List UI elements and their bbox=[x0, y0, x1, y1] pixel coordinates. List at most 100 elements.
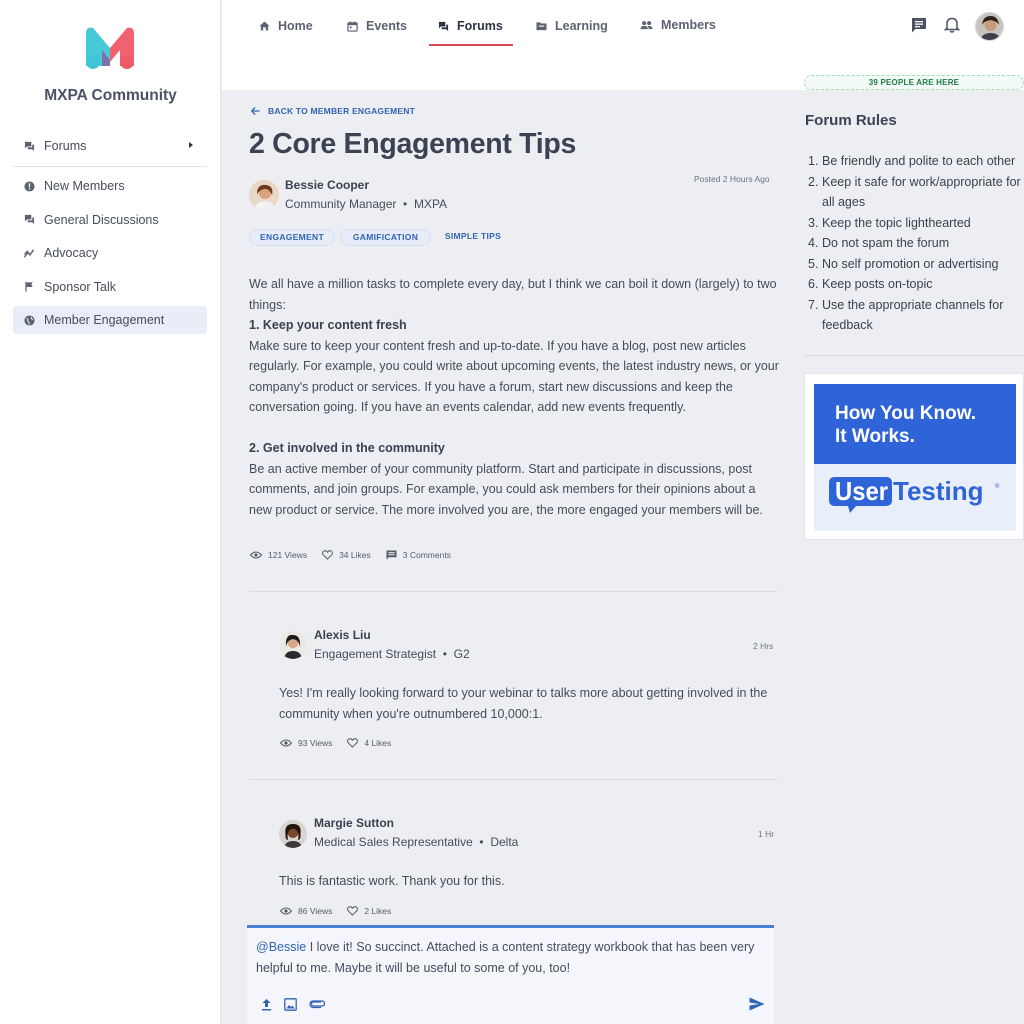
sidebar-item-label: General Discussions bbox=[44, 212, 159, 227]
sidebar-item-new-members[interactable]: New Members bbox=[13, 172, 207, 200]
sidebar-item-forums[interactable]: Forums bbox=[13, 132, 207, 167]
back-link-label: BACK TO MEMBER ENGAGEMENT bbox=[268, 106, 415, 116]
tab-learning[interactable]: Learning bbox=[536, 16, 608, 36]
divider bbox=[804, 355, 1024, 356]
rule-item: 5. No self promotion or advertising bbox=[808, 256, 999, 271]
eye-icon bbox=[280, 907, 292, 915]
presence-indicator: 39 PEOPLE ARE HERE bbox=[804, 75, 1024, 90]
post-paragraph-1: Make sure to keep your content fresh and… bbox=[249, 338, 779, 415]
reply-author-name[interactable]: Alexis Liu bbox=[314, 628, 371, 642]
tab-forums[interactable]: Forums bbox=[438, 16, 503, 36]
views-stat: 86 Views bbox=[280, 906, 332, 916]
post-heading-1: 1. Keep your content fresh bbox=[249, 318, 407, 332]
rule-item: 1. Be friendly and polite to each other bbox=[808, 154, 1016, 168]
likes-stat[interactable]: 4 Likes bbox=[347, 738, 391, 748]
rule-item: 3. Keep the topic lighthearted bbox=[808, 215, 971, 230]
post-title: 2 Core Engagement Tips bbox=[249, 128, 577, 160]
reply-avatar[interactable] bbox=[279, 631, 307, 659]
rule-item: 7. Use the appropriate channels for feedb… bbox=[808, 297, 1004, 333]
rule-item: 2. Keep it safe for work/appropriate for … bbox=[808, 174, 1021, 210]
upload-icon[interactable] bbox=[261, 998, 272, 1011]
rule-item: 4. Do not spam the forum bbox=[808, 236, 950, 250]
tab-events[interactable]: Events bbox=[347, 16, 407, 36]
author-org: MXPA bbox=[413, 197, 448, 211]
post-intro: We all have a million tasks to complete … bbox=[249, 277, 777, 312]
post-heading-2: 2. Get involved in the community bbox=[249, 441, 445, 455]
ad-headline-panel: How You Know. It Works. bbox=[814, 384, 1016, 464]
alert-circle-icon bbox=[23, 180, 35, 192]
comment-icon bbox=[386, 550, 397, 560]
tab-label: Home bbox=[278, 19, 313, 33]
globe-icon bbox=[23, 314, 35, 326]
divider bbox=[249, 591, 777, 592]
likes-stat[interactable]: 2 Likes bbox=[347, 906, 391, 916]
eye-icon bbox=[250, 551, 262, 559]
svg-text:Testing: Testing bbox=[893, 476, 984, 506]
views-count: 86 Views bbox=[298, 906, 333, 916]
tag-simple-tips[interactable]: SIMPLE TIPS bbox=[437, 229, 509, 246]
reply-author-name[interactable]: Margie Sutton bbox=[314, 816, 394, 830]
mention[interactable]: @Bessie bbox=[256, 940, 306, 954]
likes-stat[interactable]: 34 Likes bbox=[322, 550, 371, 560]
author-title: Community Manager bbox=[285, 197, 397, 211]
svg-text:®: ® bbox=[995, 483, 1000, 490]
sidebar-item-member-engagement[interactable]: Member Engagement bbox=[13, 306, 207, 335]
post-stats: 121 Views 34 Likes 3 Comments bbox=[250, 550, 466, 560]
reply-avatar[interactable] bbox=[279, 820, 307, 848]
chat-icon[interactable] bbox=[910, 16, 928, 34]
tab-label: Forums bbox=[457, 19, 503, 33]
tab-label: Events bbox=[366, 19, 407, 33]
tag-engagement[interactable]: ENGAGEMENT bbox=[249, 229, 335, 246]
heart-icon bbox=[347, 738, 359, 748]
sidebar-item-sponsor-talk[interactable]: Sponsor Talk bbox=[13, 273, 207, 301]
separator-dot: • bbox=[399, 197, 411, 211]
reply-author-role: Engagement Strategist • G2 bbox=[314, 647, 470, 661]
reply-timestamp: 1 Hr bbox=[758, 829, 775, 839]
forum-icon bbox=[438, 21, 449, 32]
caret-right-icon[interactable] bbox=[189, 142, 193, 148]
mxpa-logo[interactable] bbox=[80, 22, 140, 70]
tab-home[interactable]: Home bbox=[259, 16, 313, 36]
reply-author-title: Engagement Strategist bbox=[314, 647, 437, 661]
divider bbox=[249, 779, 777, 780]
views-count: 93 Views bbox=[298, 738, 333, 748]
user-avatar[interactable] bbox=[975, 12, 1004, 41]
likes-count: 2 Likes bbox=[364, 906, 392, 916]
reply-text: Yes! I'm really looking forward to your … bbox=[279, 686, 768, 721]
bell-icon[interactable] bbox=[943, 16, 961, 34]
views-stat: 121 Views bbox=[250, 550, 307, 560]
ad-headline: How You Know. It Works. bbox=[835, 403, 977, 447]
composer-input[interactable]: @Bessie I love it! So succinct. Attached… bbox=[256, 937, 761, 978]
views-count: 121 Views bbox=[268, 550, 308, 560]
forum-rules-title: Forum Rules bbox=[805, 112, 897, 129]
ad-brand-part: User bbox=[835, 476, 888, 506]
sidebar-item-general-discussions[interactable]: General Discussions bbox=[13, 206, 207, 234]
tag-gamification[interactable]: GAMIFICATION bbox=[340, 229, 431, 246]
sidebar-item-advocacy[interactable]: Advocacy bbox=[13, 239, 207, 267]
reply-author-title: Medical Sales Representative bbox=[314, 835, 473, 849]
post-paragraph-2: Be an active member of your community pl… bbox=[249, 461, 763, 517]
post-timestamp: Posted 2 Hours Ago bbox=[694, 174, 770, 184]
send-icon[interactable] bbox=[749, 997, 765, 1011]
author-avatar[interactable] bbox=[249, 180, 279, 210]
forum-icon bbox=[23, 214, 35, 226]
comments-stat[interactable]: 3 Comments bbox=[386, 550, 451, 560]
arrow-left-icon bbox=[251, 107, 260, 115]
sidebar-item-label: New Members bbox=[44, 179, 125, 193]
active-tab-indicator bbox=[429, 44, 513, 46]
reply-composer[interactable]: @Bessie I love it! So succinct. Attached… bbox=[247, 925, 774, 1024]
people-icon bbox=[640, 20, 653, 30]
forum-icon bbox=[23, 140, 35, 152]
author-name[interactable]: Bessie Cooper bbox=[285, 178, 369, 192]
attachment-icon[interactable] bbox=[309, 999, 326, 1009]
reply-stats: 93 Views 4 Likes bbox=[280, 738, 406, 748]
likes-count: 34 Likes bbox=[339, 550, 371, 560]
reply-text: This is fantastic work. Thank you for th… bbox=[279, 874, 505, 888]
reply-author-org: Delta bbox=[490, 835, 519, 849]
back-link[interactable]: BACK TO MEMBER ENGAGEMENT bbox=[251, 106, 415, 116]
ad-logo-panel: User Testing ® bbox=[814, 464, 1016, 531]
image-icon[interactable] bbox=[284, 998, 297, 1011]
tab-members[interactable]: Members bbox=[640, 15, 716, 35]
brand-name: MXPA Community bbox=[44, 87, 177, 104]
sponsor-ad[interactable]: How You Know. It Works. User Testing ® bbox=[804, 373, 1024, 540]
